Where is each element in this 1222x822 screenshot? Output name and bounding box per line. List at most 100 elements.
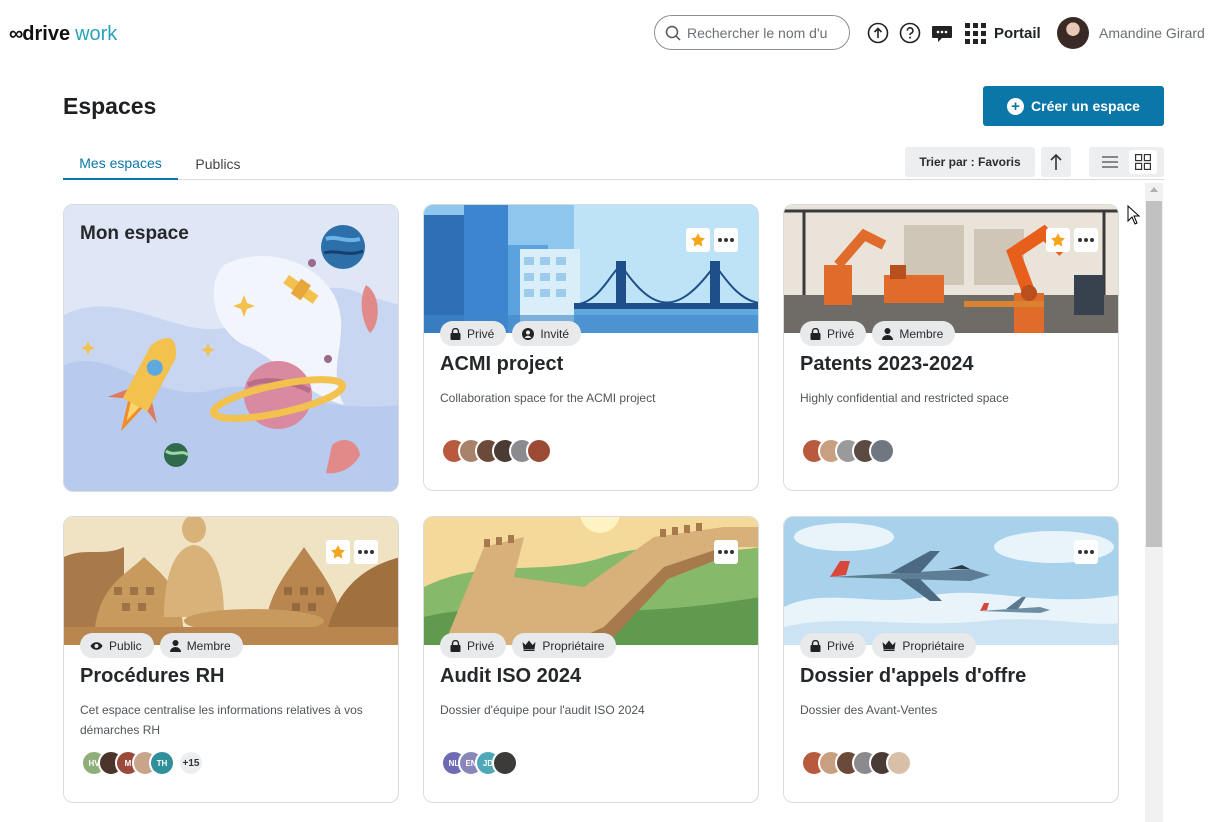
card-mon-espace[interactable]: Mon espace bbox=[63, 204, 399, 492]
card-actions bbox=[1046, 228, 1098, 252]
mouse-cursor-icon bbox=[1127, 205, 1141, 225]
tab-publics[interactable]: Publics bbox=[185, 147, 251, 180]
factory-robots-illustration bbox=[784, 205, 1118, 333]
card-badges: Privé Propriétaire bbox=[440, 633, 617, 658]
oodrive-logo[interactable]: ∞ drive work bbox=[9, 20, 117, 48]
space-title: Patents 2023-2024 bbox=[800, 353, 974, 375]
search-icon bbox=[665, 25, 681, 41]
role-label: Membre bbox=[899, 326, 944, 341]
ellipsis-icon bbox=[1078, 550, 1094, 554]
tab-mes-espaces[interactable]: Mes espaces bbox=[63, 147, 178, 180]
rocket-space-illustration bbox=[64, 205, 398, 491]
page-title: Espaces bbox=[63, 93, 157, 119]
upload-icon[interactable] bbox=[866, 21, 890, 45]
user-menu[interactable]: Amandine Girard bbox=[1057, 16, 1205, 50]
member-avatars[interactable] bbox=[801, 438, 895, 464]
member-avatars[interactable] bbox=[441, 438, 552, 464]
member-avatar: TH bbox=[149, 750, 175, 776]
member-avatar bbox=[526, 438, 552, 464]
logo-drive: drive bbox=[22, 22, 71, 45]
create-space-label: Créer un espace bbox=[1031, 98, 1140, 114]
scrollbar-thumb[interactable] bbox=[1146, 201, 1162, 547]
star-icon bbox=[331, 545, 345, 559]
view-toggle bbox=[1089, 147, 1164, 177]
space-description: Cet espace centralise les informations r… bbox=[80, 703, 363, 737]
space-card[interactable]: Privé Propriétaire Dossier d'appels d'of… bbox=[783, 516, 1119, 803]
card-banner bbox=[424, 517, 758, 645]
more-options-button[interactable] bbox=[1074, 228, 1098, 252]
visibility-label: Privé bbox=[467, 326, 495, 341]
logo-mark: ∞ bbox=[9, 22, 23, 45]
space-description: Highly confidential and restricted space bbox=[800, 391, 1009, 405]
space-title: ACMI project bbox=[440, 353, 564, 375]
more-options-button[interactable] bbox=[714, 540, 738, 564]
role-label: Invité bbox=[540, 326, 570, 341]
space-card[interactable]: Public Membre Procédures RH Cet espace c… bbox=[63, 516, 399, 803]
mon-espace-title: Mon espace bbox=[80, 223, 189, 244]
sort-button[interactable]: Trier par : Favoris bbox=[905, 147, 1035, 177]
card-badges: Privé Propriétaire bbox=[800, 633, 977, 658]
help-icon[interactable] bbox=[898, 21, 922, 45]
logo-work: work bbox=[75, 22, 118, 45]
role-label: Propriétaire bbox=[902, 638, 965, 653]
role-badge: Propriétaire bbox=[872, 633, 977, 658]
ellipsis-icon bbox=[718, 550, 734, 554]
search-box[interactable] bbox=[654, 15, 850, 50]
plus-circle-icon: + bbox=[1007, 97, 1025, 115]
visibility-label: Privé bbox=[827, 326, 855, 341]
scroll-up-arrow[interactable] bbox=[1150, 187, 1158, 192]
search-input[interactable] bbox=[687, 24, 829, 41]
role-badge: Membre bbox=[159, 633, 243, 658]
lock-icon bbox=[810, 639, 821, 652]
space-title: Dossier d'appels d'offre bbox=[800, 665, 1027, 687]
member-avatars[interactable]: NL EN JD bbox=[441, 750, 518, 776]
sort-direction-button[interactable] bbox=[1041, 147, 1071, 177]
portal-label: Portail bbox=[994, 24, 1041, 42]
card-actions bbox=[326, 540, 378, 564]
space-card[interactable]: Privé Membre Patents 2023-2024 Highly co… bbox=[783, 204, 1119, 491]
member-avatars[interactable] bbox=[801, 750, 912, 776]
member-avatars[interactable]: HV M TH +15 bbox=[81, 750, 204, 776]
space-card[interactable]: Privé Invité ACMI project Collaboration … bbox=[423, 204, 759, 491]
visibility-badge: Public bbox=[80, 633, 154, 658]
user-name: Amandine Girard bbox=[1099, 25, 1205, 41]
person-icon bbox=[169, 639, 181, 652]
portal-menu[interactable]: Portail bbox=[965, 22, 1041, 44]
lock-icon bbox=[450, 327, 461, 340]
list-icon bbox=[1101, 156, 1118, 168]
card-badges: Privé Membre bbox=[800, 321, 956, 346]
top-bar: ∞ drive work Portail Amandine Girard bbox=[0, 0, 1222, 66]
more-options-button[interactable] bbox=[1074, 540, 1098, 564]
favorite-star-button[interactable] bbox=[686, 228, 710, 252]
card-actions bbox=[714, 540, 738, 564]
role-badge: Invité bbox=[512, 321, 582, 346]
visibility-badge: Privé bbox=[440, 321, 507, 346]
role-badge: Membre bbox=[872, 321, 956, 346]
lock-icon bbox=[450, 639, 461, 652]
visibility-badge: Privé bbox=[440, 633, 507, 658]
chat-icon[interactable] bbox=[930, 21, 954, 45]
ellipsis-icon bbox=[718, 238, 734, 242]
list-view-button[interactable] bbox=[1096, 150, 1124, 174]
star-icon bbox=[1051, 233, 1065, 247]
card-badges: Privé Invité bbox=[440, 321, 582, 346]
space-title: Procédures RH bbox=[80, 665, 225, 687]
role-label: Propriétaire bbox=[542, 638, 605, 653]
member-avatar bbox=[886, 750, 912, 776]
more-options-button[interactable] bbox=[354, 540, 378, 564]
more-options-button[interactable] bbox=[714, 228, 738, 252]
guest-icon bbox=[522, 327, 535, 340]
favorite-star-button[interactable] bbox=[326, 540, 350, 564]
star-icon bbox=[691, 233, 705, 247]
space-description: Dossier des Avant-Ventes bbox=[800, 703, 938, 717]
favorite-star-button[interactable] bbox=[1046, 228, 1070, 252]
visibility-label: Privé bbox=[467, 638, 495, 653]
card-banner bbox=[64, 517, 398, 645]
card-badges: Public Membre bbox=[80, 633, 243, 658]
space-card[interactable]: Privé Propriétaire Audit ISO 2024 Dossie… bbox=[423, 516, 759, 803]
user-avatar bbox=[1057, 17, 1089, 49]
create-space-button[interactable]: + Créer un espace bbox=[983, 86, 1164, 126]
grid-view-button[interactable] bbox=[1129, 150, 1158, 174]
eye-icon bbox=[90, 641, 103, 650]
role-label: Membre bbox=[186, 638, 231, 653]
